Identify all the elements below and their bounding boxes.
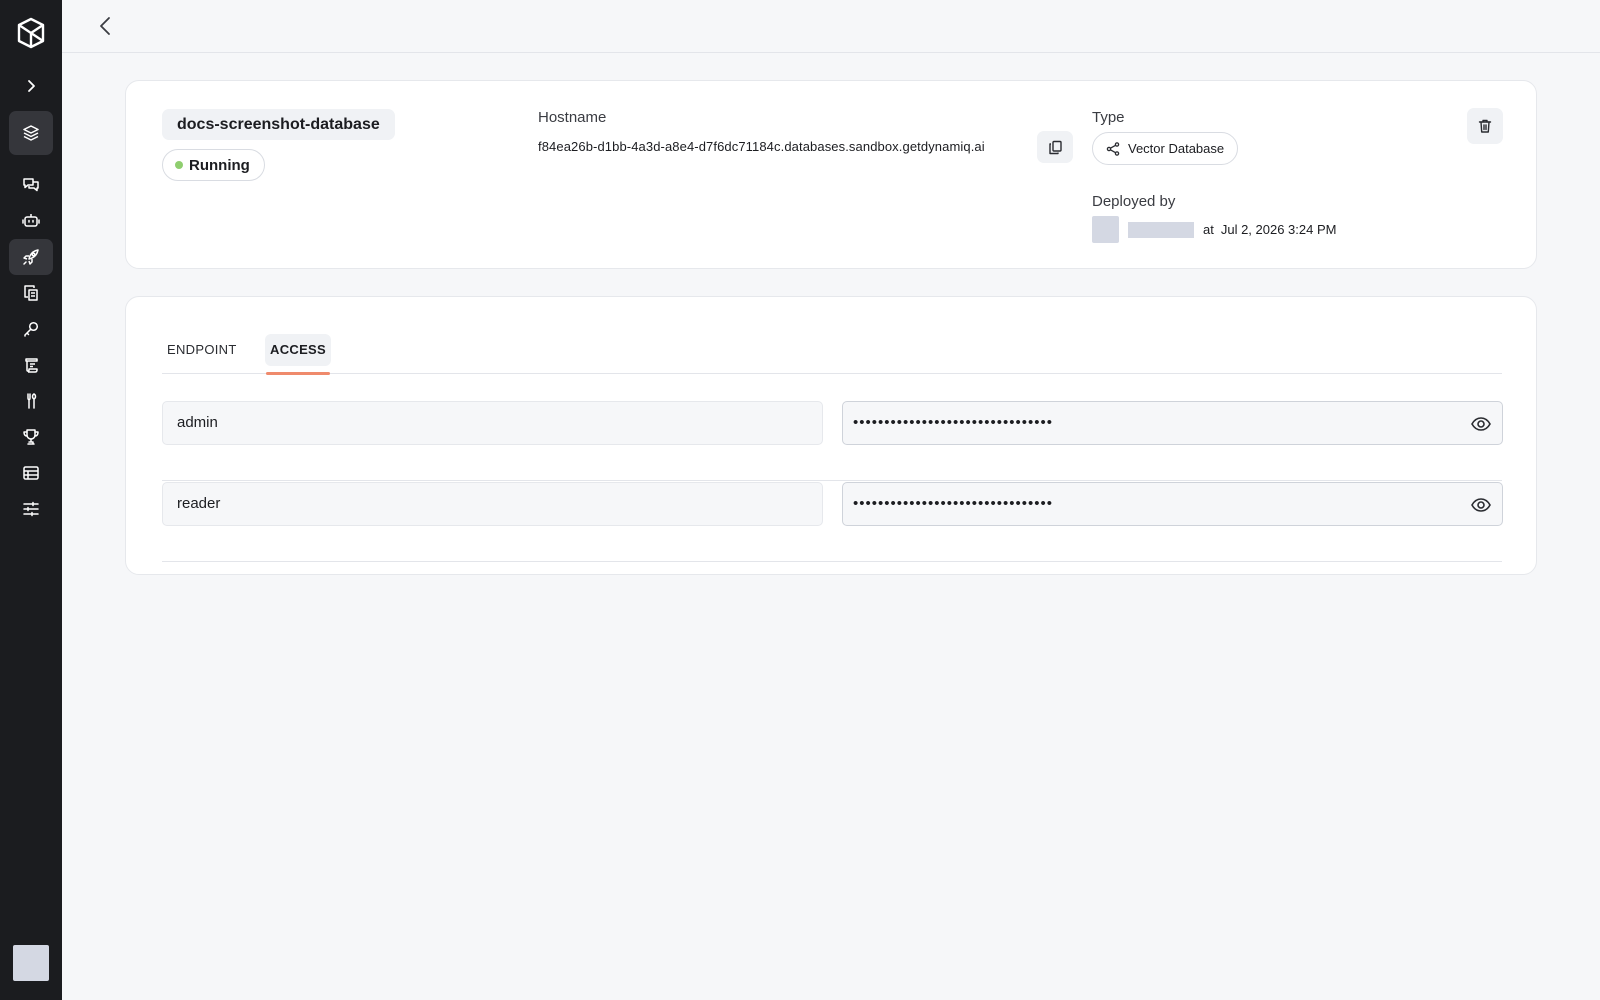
share-nodes-icon xyxy=(1106,141,1120,156)
trophy-icon xyxy=(23,429,39,445)
tab-bar: ENDPOINT ACCESS xyxy=(162,334,1502,375)
type-value: Vector Database xyxy=(1128,141,1225,156)
tab-endpoint[interactable]: ENDPOINT xyxy=(162,334,242,366)
database-name: docs-screenshot-database xyxy=(162,109,395,140)
status-dot xyxy=(175,161,183,169)
deployed-at-prefix: at xyxy=(1203,222,1214,237)
top-bar xyxy=(62,0,1600,53)
password-masked-value: •••••••••••••••••••••••••••••••• xyxy=(853,495,1054,512)
credential-row: admin •••••••••••••••••••••••••••••••• xyxy=(162,401,1503,481)
sliders-icon xyxy=(23,501,39,517)
password-masked-value: •••••••••••••••••••••••••••••••• xyxy=(853,414,1054,431)
layers-icon xyxy=(23,125,39,141)
database-summary-card: docs-screenshot-database Running Hostnam… xyxy=(125,80,1537,269)
sidebar-item-knowledge[interactable] xyxy=(9,275,53,311)
status-badge: Running xyxy=(162,149,265,181)
type-label: Type xyxy=(1092,109,1125,126)
sidebar-item-tools[interactable] xyxy=(9,383,53,419)
copy-hostname-button[interactable] xyxy=(1037,131,1073,163)
sidebar-item-layers[interactable] xyxy=(9,111,53,155)
deployed-timestamp: at Jul 2, 2026 3:24 PM xyxy=(1203,222,1336,237)
password-field[interactable]: •••••••••••••••••••••••••••••••• xyxy=(842,401,1503,445)
deployed-by-label: Deployed by xyxy=(1092,193,1176,210)
sidebar-item-deployments[interactable] xyxy=(9,239,53,275)
credential-row: reader •••••••••••••••••••••••••••••••• xyxy=(162,482,1503,562)
sidebar-item-evals[interactable] xyxy=(9,419,53,455)
table-icon xyxy=(23,466,39,480)
eye-icon[interactable] xyxy=(1470,413,1492,435)
tools-icon xyxy=(27,393,37,409)
user-avatar[interactable] xyxy=(13,945,49,981)
hostname-value: f84ea26b-d1bb-4a3d-a8e4-d7f6dc71184c.dat… xyxy=(538,139,985,154)
username-field[interactable]: admin xyxy=(162,401,823,445)
sidebar-item-keys[interactable] xyxy=(9,311,53,347)
deployer-avatar xyxy=(1092,216,1119,243)
sidebar-item-chat[interactable] xyxy=(9,167,53,203)
copy-icon xyxy=(1048,140,1062,154)
tab-access[interactable]: ACCESS xyxy=(265,334,331,366)
status-label: Running xyxy=(189,156,250,174)
active-tab-indicator xyxy=(266,372,330,375)
cube-logo-icon[interactable] xyxy=(15,15,47,51)
chevron-right-icon[interactable] xyxy=(18,73,44,99)
scroll-icon xyxy=(25,358,38,373)
database-details-card: ENDPOINT ACCESS admin ••••••••••••••••••… xyxy=(125,296,1537,575)
trash-icon xyxy=(1478,119,1492,133)
chevron-left-icon[interactable] xyxy=(94,14,118,38)
rocket-icon xyxy=(23,249,39,265)
sidebar-item-bot[interactable] xyxy=(9,203,53,239)
username-field[interactable]: reader xyxy=(162,482,823,526)
hostname-label: Hostname xyxy=(538,109,607,126)
bot-icon xyxy=(22,214,40,227)
eye-icon[interactable] xyxy=(1470,494,1492,516)
sidebar-item-settings[interactable] xyxy=(9,491,53,527)
sidebar xyxy=(0,0,62,1000)
key-icon xyxy=(24,321,39,337)
sidebar-item-datasets[interactable] xyxy=(9,455,53,491)
chat-bubbles-icon xyxy=(23,178,39,192)
delete-database-button[interactable] xyxy=(1467,108,1503,144)
password-field[interactable]: •••••••••••••••••••••••••••••••• xyxy=(842,482,1503,526)
deployer-name-redacted xyxy=(1128,222,1194,238)
documents-icon xyxy=(24,285,38,301)
sidebar-item-prompts[interactable] xyxy=(9,347,53,383)
type-badge: Vector Database xyxy=(1092,132,1239,165)
deployed-at-value: Jul 2, 2026 3:24 PM xyxy=(1220,222,1337,237)
